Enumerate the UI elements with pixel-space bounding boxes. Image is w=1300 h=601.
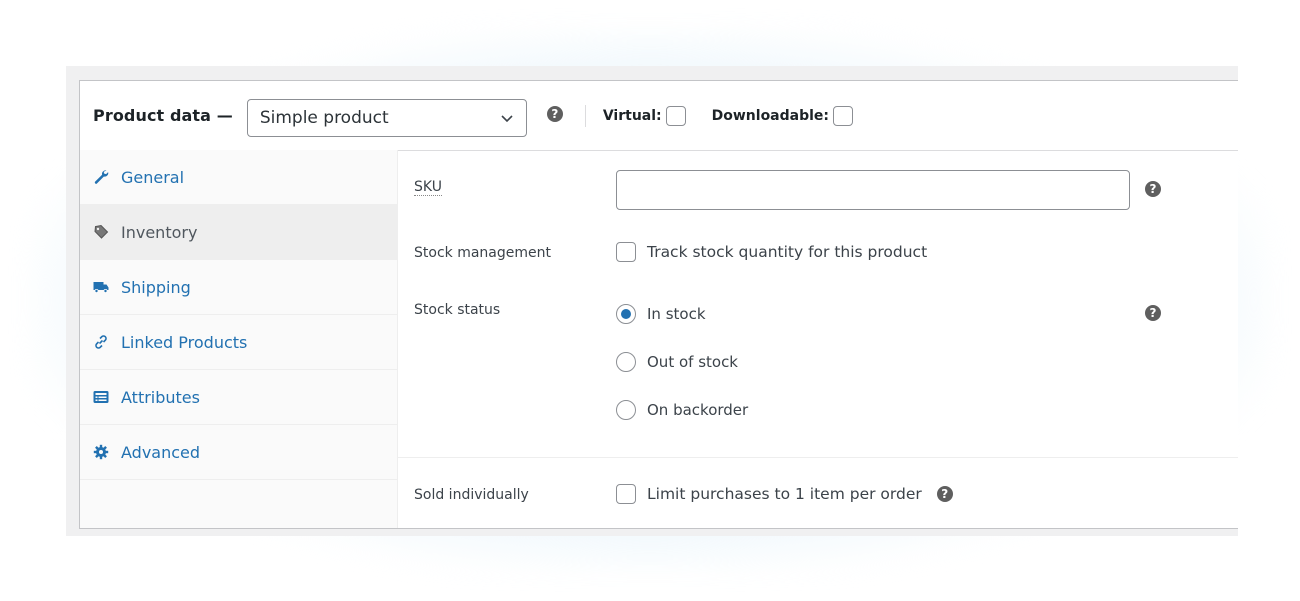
stock-status-on-backorder[interactable]: On backorder <box>616 400 748 420</box>
stock-status-label: Stock status <box>414 302 501 318</box>
on-backorder-label: On backorder <box>647 401 749 419</box>
inventory-panel: SKU ? Stock management Track stock quant… <box>398 150 1238 528</box>
tag-icon <box>93 224 109 240</box>
wrench-icon <box>93 169 109 185</box>
tab-general[interactable]: General <box>80 150 397 205</box>
sold-individually-help-icon[interactable]: ? <box>936 486 953 502</box>
tab-label: Attributes <box>121 387 200 407</box>
product-type-select[interactable]: Simple product <box>246 98 527 137</box>
chevron-down-icon <box>501 114 513 122</box>
header-divider <box>584 104 586 127</box>
stock-status-in-stock[interactable]: In stock <box>616 304 706 324</box>
out-of-stock-radio[interactable] <box>616 352 636 372</box>
product-data-header: Product data — Simple product ? Virtual:… <box>80 81 1238 151</box>
stock-status-out-of-stock[interactable]: Out of stock <box>616 352 738 372</box>
downloadable-option[interactable]: Downloadable: <box>711 105 854 126</box>
downloadable-checkbox[interactable] <box>833 105 854 126</box>
stock-management-checkbox[interactable] <box>616 242 636 262</box>
list-icon <box>93 389 109 405</box>
help-icon[interactable]: ? <box>546 105 563 122</box>
sold-individually-option[interactable]: Limit purchases to 1 item per order ? <box>616 484 953 504</box>
virtual-option[interactable]: Virtual: <box>602 105 686 126</box>
tab-label: Advanced <box>121 442 201 462</box>
on-backorder-radio[interactable] <box>616 400 636 420</box>
tab-label: Shipping <box>121 277 191 297</box>
gear-icon <box>93 444 109 460</box>
tab-label: Linked Products <box>121 332 248 352</box>
tab-label: Inventory <box>121 222 198 242</box>
sku-input[interactable] <box>616 170 1130 210</box>
tab-inventory[interactable]: Inventory <box>80 205 397 260</box>
stock-management-option[interactable]: Track stock quantity for this product <box>616 242 927 262</box>
section-divider <box>398 457 1238 458</box>
sku-help-icon[interactable]: ? <box>1145 181 1161 197</box>
link-icon <box>93 334 109 350</box>
product-data-tabs: General Inventory Shipping Linked Produc… <box>80 150 398 528</box>
tab-advanced[interactable]: Advanced <box>80 425 397 480</box>
sold-individually-label: Sold individually <box>414 487 529 503</box>
truck-icon <box>93 279 109 295</box>
tab-shipping[interactable]: Shipping <box>80 260 397 315</box>
virtual-label: Virtual: <box>602 107 662 124</box>
tab-attributes[interactable]: Attributes <box>80 370 397 425</box>
virtual-checkbox[interactable] <box>665 105 686 126</box>
sku-label: SKU <box>414 179 442 196</box>
tab-linked-products[interactable]: Linked Products <box>80 315 397 370</box>
in-stock-label: In stock <box>647 305 706 323</box>
stock-management-label: Stock management <box>414 245 551 261</box>
product-data-panel: Product data — Simple product ? Virtual:… <box>79 80 1238 529</box>
tab-label: General <box>121 167 185 187</box>
panel-title: Product data — <box>93 106 233 125</box>
stock-management-option-label: Track stock quantity for this product <box>647 243 928 261</box>
product-type-value: Simple product <box>259 107 389 128</box>
sold-individually-option-label: Limit purchases to 1 item per order <box>647 485 922 503</box>
out-of-stock-label: Out of stock <box>647 353 738 371</box>
sold-individually-checkbox[interactable] <box>616 484 636 504</box>
stock-status-help-icon[interactable]: ? <box>1145 305 1161 321</box>
downloadable-label: Downloadable: <box>711 107 830 124</box>
in-stock-radio[interactable] <box>616 304 636 324</box>
